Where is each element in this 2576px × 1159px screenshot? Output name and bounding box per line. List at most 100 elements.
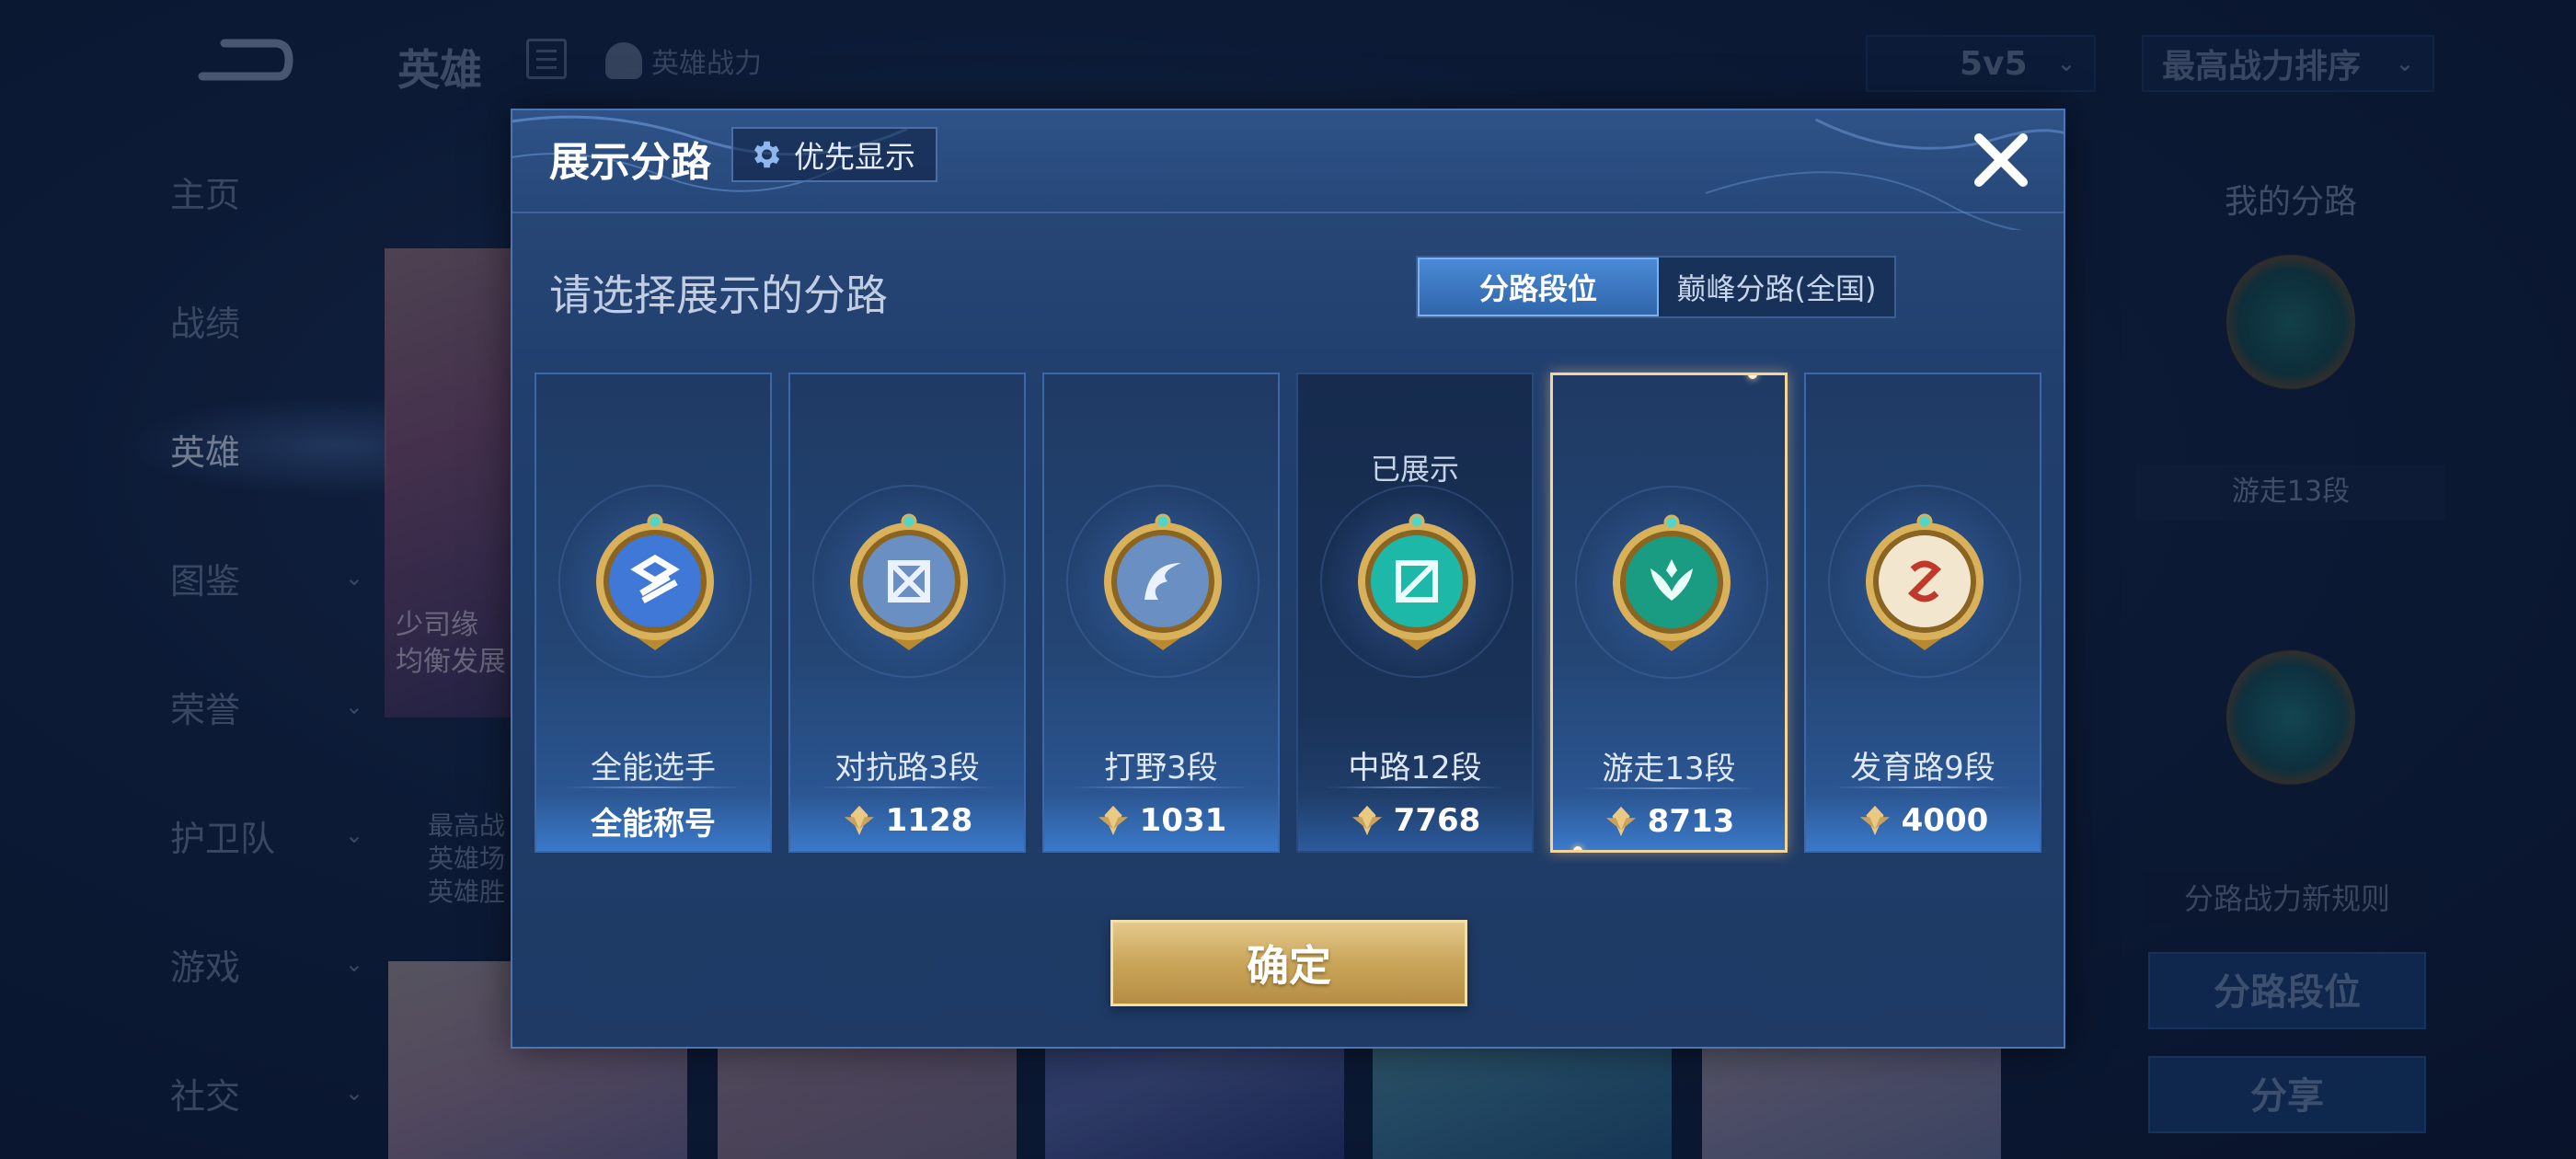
lane-card[interactable]: 对抗路3段 1128 — [788, 373, 1026, 853]
sidebar-item[interactable]: 英雄 — [170, 421, 363, 476]
lane-rank-emblem-icon — [1348, 512, 1486, 660]
lane-score: 全能称号 — [536, 798, 770, 843]
lane-score: 1031 — [1044, 798, 1278, 843]
lane-score-value: 8713 — [1647, 803, 1735, 840]
hero-stat-line: 英雄场 — [428, 843, 506, 874]
priority-display-button[interactable]: 优先显示 — [731, 127, 937, 182]
sidebar-item-label: 荣誉 — [170, 689, 241, 730]
sidebar-item-label: 主页 — [170, 174, 241, 215]
gear-icon — [753, 141, 780, 168]
hero-stat-line: 最高战 — [428, 810, 506, 841]
mode-dropdown-value: 5v5 — [1960, 44, 2028, 83]
lane-card[interactable]: 已展示中路12段 7768 — [1296, 373, 1534, 853]
sidebar-item[interactable]: 护卫队 ⌄ — [170, 808, 363, 863]
lane-divider — [818, 786, 996, 788]
close-button[interactable] — [1966, 125, 2036, 195]
mode-dropdown[interactable]: 5v5 ⌄ — [1866, 35, 2096, 92]
lane-name: 中路12段 — [1348, 750, 1482, 786]
lane-name: 发育路9段 — [1850, 750, 1995, 786]
share-button[interactable]: 分享 — [2148, 1056, 2426, 1133]
lane-name: 全能选手 — [591, 750, 716, 786]
chevron-down-icon: ⌄ — [344, 951, 363, 977]
page-title: 英雄 — [397, 45, 482, 95]
priority-display-label: 优先显示 — [794, 139, 915, 175]
lane-score: 8713 — [1553, 798, 1785, 844]
lane-name: 打野3段 — [1104, 750, 1218, 786]
power-diamond-icon — [1350, 803, 1385, 838]
sidebar-item[interactable]: 社交 ⌄ — [170, 1065, 363, 1120]
rank-type-tabs: 分路段位 巅峰分路(全国) — [1416, 256, 1896, 318]
roam-badge-icon — [2226, 253, 2355, 391]
chevron-down-icon: ⌄ — [344, 1080, 363, 1106]
my-lanes-title: 我的分路 — [2224, 183, 2357, 221]
hero-tag: 少司缘 均衡发展 — [396, 607, 506, 681]
lane-score: 7768 — [1298, 798, 1532, 843]
sidebar-item-label: 图鉴 — [170, 560, 241, 602]
sidebar-item[interactable]: 图鉴 ⌄ — [170, 550, 363, 605]
lane-divider — [1834, 786, 2012, 788]
lane-score-value: 1031 — [1139, 802, 1227, 839]
tab-peak-lane[interactable]: 巅峰分路(全国) — [1659, 258, 1894, 316]
hero-power-label: 英雄战力 — [651, 48, 762, 80]
sidebar-item[interactable]: 战绩 — [170, 293, 363, 348]
power-diamond-icon — [842, 803, 877, 838]
lane-rank-button[interactable]: 分路段位 — [2148, 952, 2426, 1029]
lane-rank-emblem-icon — [1603, 513, 1741, 660]
lane-name: 游走13段 — [1602, 751, 1736, 787]
chevron-down-icon: ⌄ — [344, 565, 363, 591]
lane-score-value: 7768 — [1393, 802, 1481, 839]
lane-display-dialog: 展示分路 优先显示 请选择展示的分路 分路段位 巅峰分路(全国) 全能选手全能称… — [511, 109, 2065, 1049]
lane-power-rule-link[interactable]: 分路战力新规则 — [2144, 872, 2431, 925]
lane-score: 1128 — [790, 798, 1024, 843]
hero-stat-line: 英雄胜 — [428, 877, 506, 907]
lane-divider — [564, 786, 742, 788]
lane-rank-emblem-icon — [1856, 512, 1994, 660]
sidebar-item-label: 社交 — [170, 1075, 241, 1117]
lane-score-value: 1128 — [885, 802, 973, 839]
lane-card[interactable]: 游走13段 8713 — [1550, 373, 1788, 853]
sidebar-item[interactable]: 荣誉 ⌄ — [170, 679, 363, 734]
my-lane-label: 游走13段 — [2136, 465, 2445, 520]
selected-sparkle-icon — [1573, 846, 1582, 850]
tab-lane-rank[interactable]: 分路段位 — [1418, 258, 1659, 316]
sidebar-item-label: 护卫队 — [170, 818, 276, 859]
hero-tag-line2: 均衡发展 — [396, 646, 506, 678]
hero-figure-icon — [605, 42, 642, 79]
power-diamond-icon — [1857, 803, 1892, 838]
power-diamond-icon — [1604, 804, 1639, 839]
lane-name: 对抗路3段 — [834, 750, 980, 786]
lane-divider — [1326, 786, 1504, 788]
lane-rank-emblem-icon — [840, 512, 978, 660]
lane-card[interactable]: 发育路9段 4000 — [1804, 373, 2041, 853]
lane-rank-emblem-icon — [1094, 512, 1232, 660]
lane-score-value: 全能称号 — [591, 805, 716, 843]
shown-label: 已展示 — [1370, 452, 1459, 487]
dialog-subtitle: 请选择展示的分路 — [549, 270, 888, 320]
selected-sparkle-icon — [1748, 375, 1757, 379]
dialog-title: 展示分路 — [549, 139, 711, 186]
lane-card[interactable]: 打野3段 1031 — [1042, 373, 1280, 853]
hero-power-tab[interactable]: 英雄战力 — [605, 40, 762, 81]
chevron-down-icon: ⌄ — [2395, 51, 2414, 76]
hero-tag-line1: 少司缘 — [396, 609, 478, 641]
confirm-button[interactable]: 确定 — [1110, 920, 1467, 1006]
chevron-down-icon: ⌄ — [344, 694, 363, 719]
sidebar-item[interactable]: 主页 — [170, 164, 363, 219]
back-button[interactable] — [193, 32, 294, 87]
sidebar-item-label: 战绩 — [170, 303, 241, 344]
sort-dropdown-value: 最高战力排序 — [2162, 48, 2362, 86]
mid-badge-icon — [2226, 648, 2355, 786]
sort-dropdown[interactable]: 最高战力排序 ⌄ — [2142, 35, 2434, 92]
back-arrow-icon — [198, 39, 293, 81]
lane-divider — [1581, 787, 1757, 789]
lane-score: 4000 — [1806, 798, 2040, 843]
sidebar-item[interactable]: 游戏 ⌄ — [170, 936, 363, 992]
power-diamond-icon — [1096, 803, 1131, 838]
lane-score-value: 4000 — [1901, 802, 1989, 839]
close-icon — [1974, 133, 2028, 187]
chevron-down-icon: ⌄ — [2056, 51, 2076, 76]
sidebar-item-label: 游戏 — [170, 947, 241, 988]
lane-rank-emblem-icon — [586, 512, 724, 660]
list-icon[interactable] — [526, 39, 567, 79]
lane-card[interactable]: 全能选手 全能称号 — [535, 373, 772, 853]
